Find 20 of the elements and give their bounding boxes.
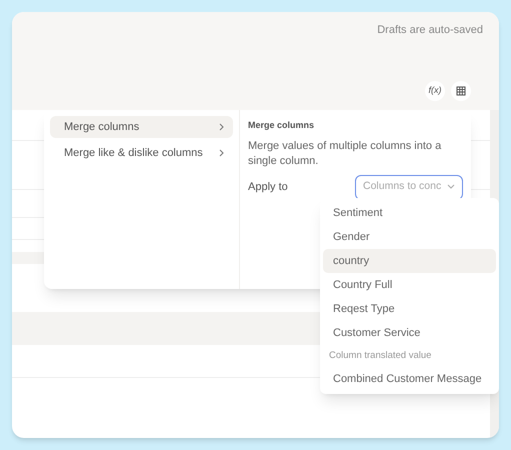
dropdown-option[interactable]: Customer Service	[323, 321, 496, 345]
dropdown-option[interactable]: Sentiment	[323, 201, 496, 225]
apply-to-label: Apply to	[248, 180, 288, 194]
group-label: Column translated value	[328, 348, 432, 363]
panel-title: Merge columns	[248, 119, 316, 132]
menu-item[interactable]: Merge like & dislike columns	[50, 142, 233, 164]
formula-button[interactable]: f(x)	[425, 80, 445, 100]
dropdown-option[interactable]: Country Full	[323, 273, 496, 297]
table-button[interactable]	[451, 80, 471, 100]
table-icon	[456, 86, 466, 96]
chevron-right-icon	[219, 149, 225, 157]
chevron-right-icon	[219, 123, 225, 131]
dropdown-option[interactable]: country	[323, 249, 496, 273]
dropdown-option[interactable]: Combined Customer Message	[323, 367, 496, 391]
autosave-status: Drafts are auto-saved	[377, 23, 483, 38]
chevron-down-icon	[447, 184, 455, 190]
dropdown-option[interactable]: Gender	[323, 225, 496, 249]
dropdown-option[interactable]: Reqest Type	[323, 297, 496, 321]
panel-description: Merge values of multiple columns into a single column.	[248, 138, 442, 168]
menu-item[interactable]: Merge columns	[50, 116, 233, 138]
